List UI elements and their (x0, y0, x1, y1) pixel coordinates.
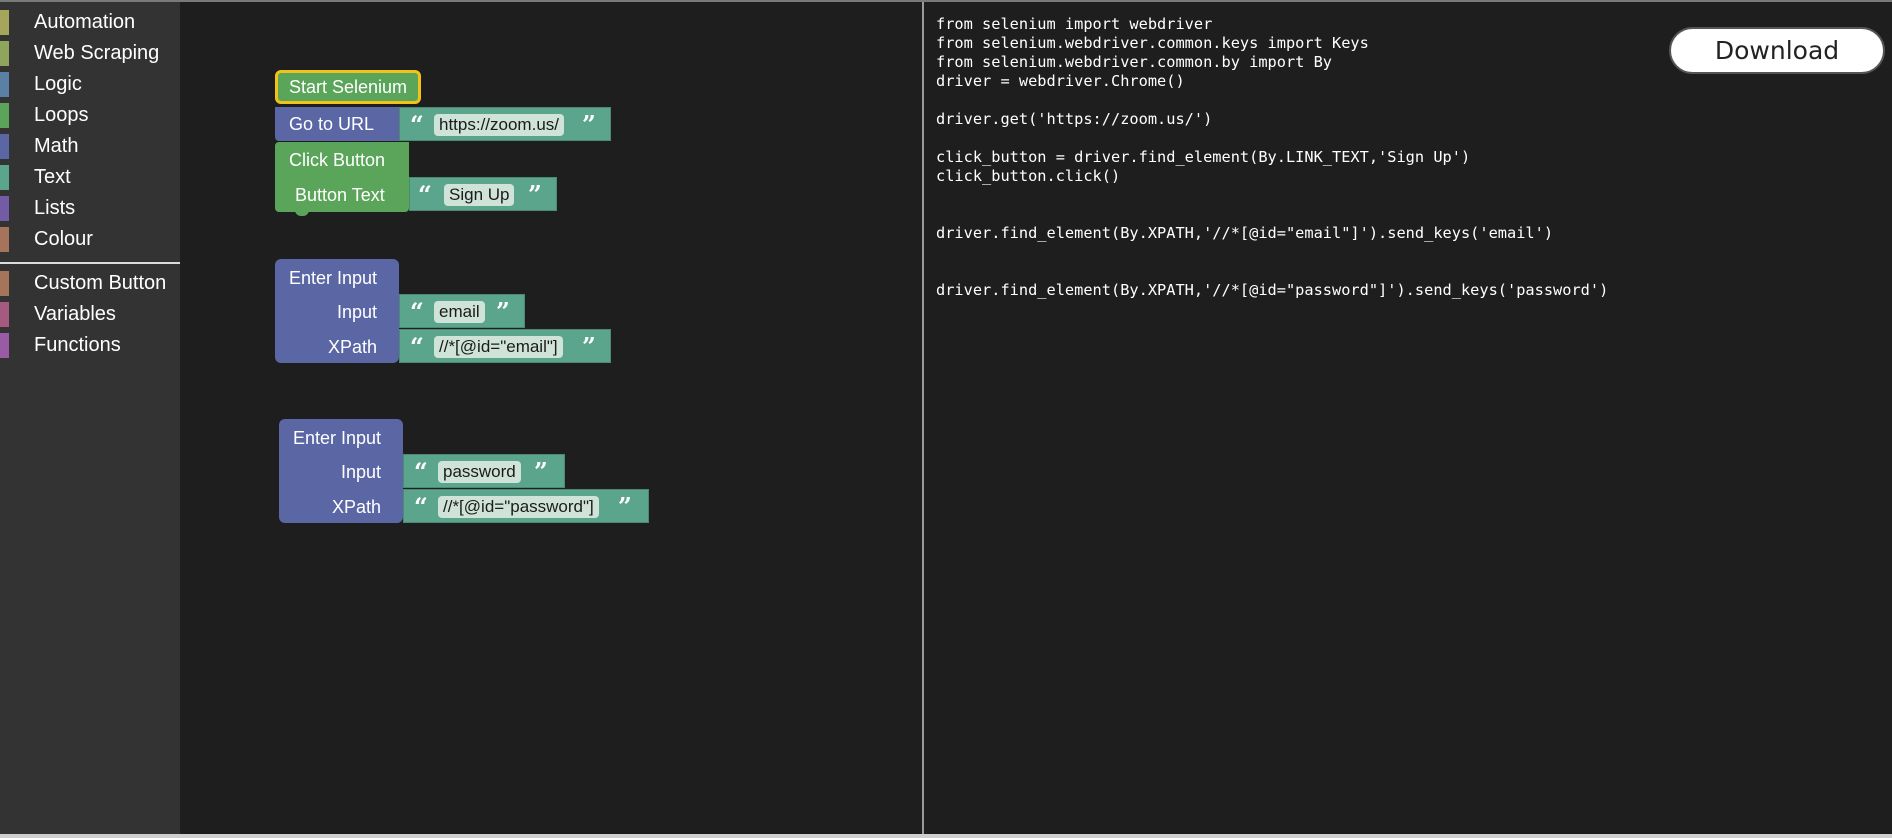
go-to-url-label: Go to URL (289, 114, 375, 134)
quote-open-icon: “ (414, 457, 428, 486)
category-automation[interactable]: Automation (0, 7, 180, 38)
category-color-swatch (0, 134, 9, 159)
category-label: Automation (34, 11, 136, 33)
quote-open-icon: “ (414, 492, 428, 521)
xpath-value-block[interactable]: “ //*[@id="email"] ” (399, 329, 611, 363)
category-colour[interactable]: Colour (0, 224, 180, 255)
quote-open-icon: “ (410, 297, 424, 326)
category-lists[interactable]: Lists (0, 193, 180, 224)
quote-close-icon: ” (582, 110, 596, 139)
category-label: Logic (34, 73, 82, 95)
start-selenium-block[interactable]: Start Selenium (275, 70, 421, 104)
xpath-value-field[interactable]: //*[@id="password"] (438, 496, 599, 518)
category-label: Custom Button (34, 272, 167, 294)
toolbox-separator (0, 262, 180, 264)
category-color-swatch (0, 196, 9, 221)
quote-open-icon: “ (410, 332, 424, 361)
category-label: Loops (34, 104, 89, 126)
input-label: Input (341, 462, 382, 482)
url-field[interactable]: https://zoom.us/ (434, 114, 564, 136)
category-label: Web Scraping (34, 42, 160, 64)
category-label: Colour (34, 228, 93, 250)
quote-close-icon: ” (618, 492, 632, 521)
category-web-scraping[interactable]: Web Scraping (0, 38, 180, 69)
xpath-value-block[interactable]: “ //*[@id="password"] ” (403, 489, 649, 523)
blockly-workspace[interactable]: Start Selenium Go to URL “ https://zoom.… (180, 2, 1097, 834)
toolbox: Automation Web Scraping Logic Loops Math… (0, 2, 180, 834)
input-value-block[interactable]: “ email ” (399, 294, 525, 328)
enter-input-label: Enter Input (293, 428, 382, 448)
category-logic[interactable]: Logic (0, 69, 180, 100)
category-label: Math (34, 135, 79, 157)
start-block-label: Start Selenium (289, 77, 408, 97)
category-math[interactable]: Math (0, 131, 180, 162)
quote-close-icon: ” (528, 180, 542, 209)
category-text[interactable]: Text (0, 162, 180, 193)
window-bottom-border (0, 834, 1892, 838)
click-button-notch (295, 210, 309, 216)
input-value-field[interactable]: email (434, 301, 485, 323)
enter-input-password-block[interactable]: Enter Input Input XPath “ password ” “ /… (279, 419, 649, 523)
enter-input-email-block[interactable]: Enter Input Input XPath “ email ” “ //*[… (275, 259, 611, 363)
code-panel: from selenium import webdriver from sele… (924, 2, 1892, 834)
button-text-field[interactable]: Sign Up (444, 184, 515, 206)
category-color-swatch (0, 165, 9, 190)
category-variables[interactable]: Variables (0, 299, 180, 330)
category-color-swatch (0, 10, 9, 35)
category-color-swatch (0, 227, 9, 252)
category-color-swatch (0, 103, 9, 128)
input-value-field[interactable]: password (438, 461, 521, 483)
button-text-block[interactable]: “ Sign Up ” (409, 177, 557, 211)
generated-code: from selenium import webdriver from sele… (936, 15, 1609, 299)
category-color-swatch (0, 271, 9, 296)
category-label: Lists (34, 197, 76, 219)
xpath-label: XPath (332, 497, 382, 517)
category-label: Variables (34, 303, 116, 325)
click-button-block[interactable]: Click Button Button Text “ Sign Up ” (275, 142, 557, 216)
category-label: Text (34, 166, 71, 188)
category-color-swatch (0, 41, 9, 66)
category-functions[interactable]: Functions (0, 330, 180, 361)
xpath-value-field[interactable]: //*[@id="email"] (434, 336, 563, 358)
quote-close-icon: ” (582, 332, 596, 361)
url-text-block[interactable]: “ https://zoom.us/ ” (399, 107, 611, 141)
category-color-swatch (0, 72, 9, 97)
quote-close-icon: ” (496, 297, 510, 326)
category-color-swatch (0, 302, 9, 327)
enter-input-label: Enter Input (289, 268, 378, 288)
download-button[interactable]: Download (1669, 27, 1885, 74)
quote-open-icon: “ (418, 180, 432, 209)
quote-close-icon: ” (534, 457, 548, 486)
button-text-label: Button Text (295, 185, 385, 205)
input-label: Input (337, 302, 378, 322)
category-label: Functions (34, 334, 121, 356)
input-value-block[interactable]: “ password ” (403, 454, 565, 488)
quote-open-icon: “ (410, 110, 424, 139)
category-custom-button[interactable]: Custom Button (0, 268, 180, 299)
category-color-swatch (0, 333, 9, 358)
click-button-label: Click Button (289, 150, 386, 170)
go-to-url-block[interactable]: Go to URL “ https://zoom.us/ ” (275, 106, 611, 142)
xpath-label: XPath (328, 337, 378, 357)
category-loops[interactable]: Loops (0, 100, 180, 131)
